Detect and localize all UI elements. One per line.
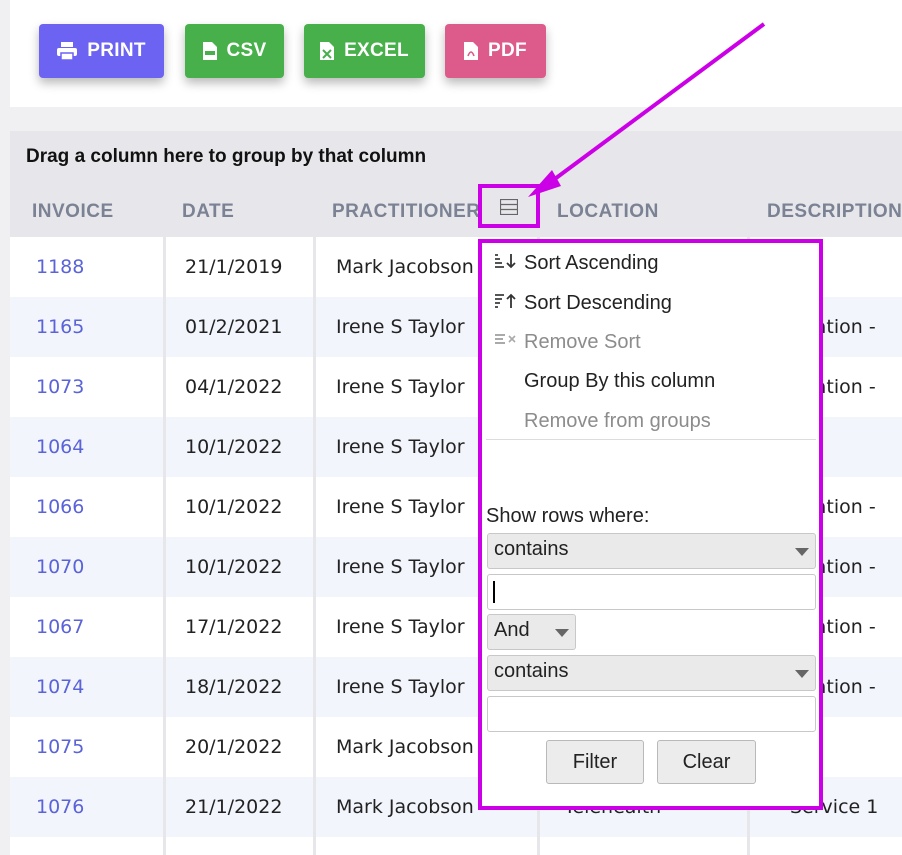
date-cell: 10/1/2022	[185, 556, 283, 578]
date-cell: 10/1/2022	[185, 496, 283, 518]
sort-descending-label: Sort Descending	[524, 292, 672, 314]
pdf-file-icon	[464, 42, 479, 60]
column-header-invoice[interactable]: INVOICE	[12, 183, 114, 237]
excel-file-icon	[320, 42, 335, 60]
excel-label: EXCEL	[344, 40, 409, 61]
date-cell: 21/1/2022	[185, 796, 283, 818]
filter-logic-value: And	[494, 619, 530, 641]
menu-divider	[486, 439, 816, 440]
date-cell: 01/2/2021	[185, 316, 283, 338]
pdf-button[interactable]: PDF	[445, 24, 546, 78]
filter-operator-select-1[interactable]: contains	[487, 533, 816, 569]
column-menu-popup: Sort Ascending Sort Descending Remove So…	[478, 239, 823, 810]
menu-lines-icon	[500, 199, 518, 215]
invoice-link[interactable]: 1188	[36, 237, 84, 297]
practitioner-cell: Irene S Taylor	[336, 316, 465, 338]
practitioner-cell: Irene S Taylor	[336, 616, 465, 638]
invoice-link[interactable]: 1073	[36, 357, 84, 417]
practitioner-cell: Mark Jacobson	[336, 796, 474, 818]
invoice-link[interactable]: 1064	[36, 417, 84, 477]
group-drop-zone[interactable]: Drag a column here to group by that colu…	[10, 131, 902, 183]
date-cell: 18/1/2022	[185, 676, 283, 698]
csv-label: CSV	[226, 40, 267, 61]
column-divider	[313, 183, 316, 855]
remove-sort-icon	[495, 334, 516, 344]
invoice-link[interactable]: 1165	[36, 297, 84, 357]
text-cursor	[493, 581, 495, 603]
practitioner-cell: Mark Jacobson	[336, 256, 474, 278]
remove-from-groups-label: Remove from groups	[524, 410, 711, 432]
csv-button[interactable]: CSV	[185, 24, 284, 78]
clear-button[interactable]: Clear	[657, 740, 756, 784]
pdf-label: PDF	[488, 40, 527, 61]
sort-descending-icon	[495, 293, 516, 308]
filter-value-input-2[interactable]	[487, 696, 816, 732]
export-toolbar: PRINT CSV EXCEL PDF	[10, 0, 902, 107]
filter-value-input-1[interactable]	[487, 574, 816, 610]
date-cell: 10/1/2022	[185, 436, 283, 458]
printer-icon	[57, 42, 78, 60]
invoice-link[interactable]: 1070	[36, 537, 84, 597]
group-by-label: Group By this column	[524, 370, 716, 392]
filter-button[interactable]: Filter	[546, 740, 644, 784]
column-menu-button[interactable]	[478, 184, 540, 228]
chevron-down-icon	[795, 548, 809, 556]
practitioner-cell: Irene S Taylor	[336, 496, 465, 518]
sort-ascending-icon	[495, 254, 516, 269]
filter-heading: Show rows where:	[486, 505, 650, 527]
column-header-description[interactable]: DESCRIPTION	[747, 183, 902, 237]
invoice-link[interactable]: 1067	[36, 597, 84, 657]
filter-operator-2-value: contains	[494, 660, 569, 682]
practitioner-cell: Mark Jacobson	[336, 736, 474, 758]
column-divider	[163, 183, 166, 855]
sort-ascending-label: Sort Ascending	[524, 252, 659, 274]
date-cell: 21/1/2019	[185, 256, 283, 278]
date-cell: 04/1/2022	[185, 376, 283, 398]
group-drop-zone-text: Drag a column here to group by that colu…	[26, 146, 427, 167]
column-header-date[interactable]: DATE	[162, 183, 234, 237]
date-cell: 17/1/2022	[185, 616, 283, 638]
grid-header: INVOICE DATE PRACTITIONER LOCATION DESCR…	[10, 183, 902, 237]
practitioner-cell: Irene S Taylor	[336, 676, 465, 698]
invoice-link[interactable]: 1076	[36, 777, 84, 837]
excel-button[interactable]: EXCEL	[304, 24, 425, 78]
filter-operator-select-2[interactable]: contains	[487, 655, 816, 691]
column-header-location[interactable]: LOCATION	[537, 183, 659, 237]
date-cell: 20/1/2022	[185, 736, 283, 758]
practitioner-cell: Irene S Taylor	[336, 376, 465, 398]
chevron-down-icon	[555, 629, 569, 637]
practitioner-cell: Irene S Taylor	[336, 436, 465, 458]
filter-logic-select[interactable]: And	[487, 614, 576, 650]
practitioner-cell: Irene S Taylor	[336, 556, 465, 578]
remove-sort-label: Remove Sort	[524, 331, 641, 353]
invoice-link[interactable]: 1074	[36, 657, 84, 717]
print-button[interactable]: PRINT	[39, 24, 164, 78]
chevron-down-icon	[795, 670, 809, 678]
print-label: PRINT	[87, 40, 146, 61]
invoice-link[interactable]: 1066	[36, 477, 84, 537]
filter-operator-1-value: contains	[494, 538, 569, 560]
csv-file-icon	[202, 42, 217, 60]
invoice-link[interactable]: 1075	[36, 717, 84, 777]
column-header-practitioner[interactable]: PRACTITIONER	[312, 183, 481, 237]
